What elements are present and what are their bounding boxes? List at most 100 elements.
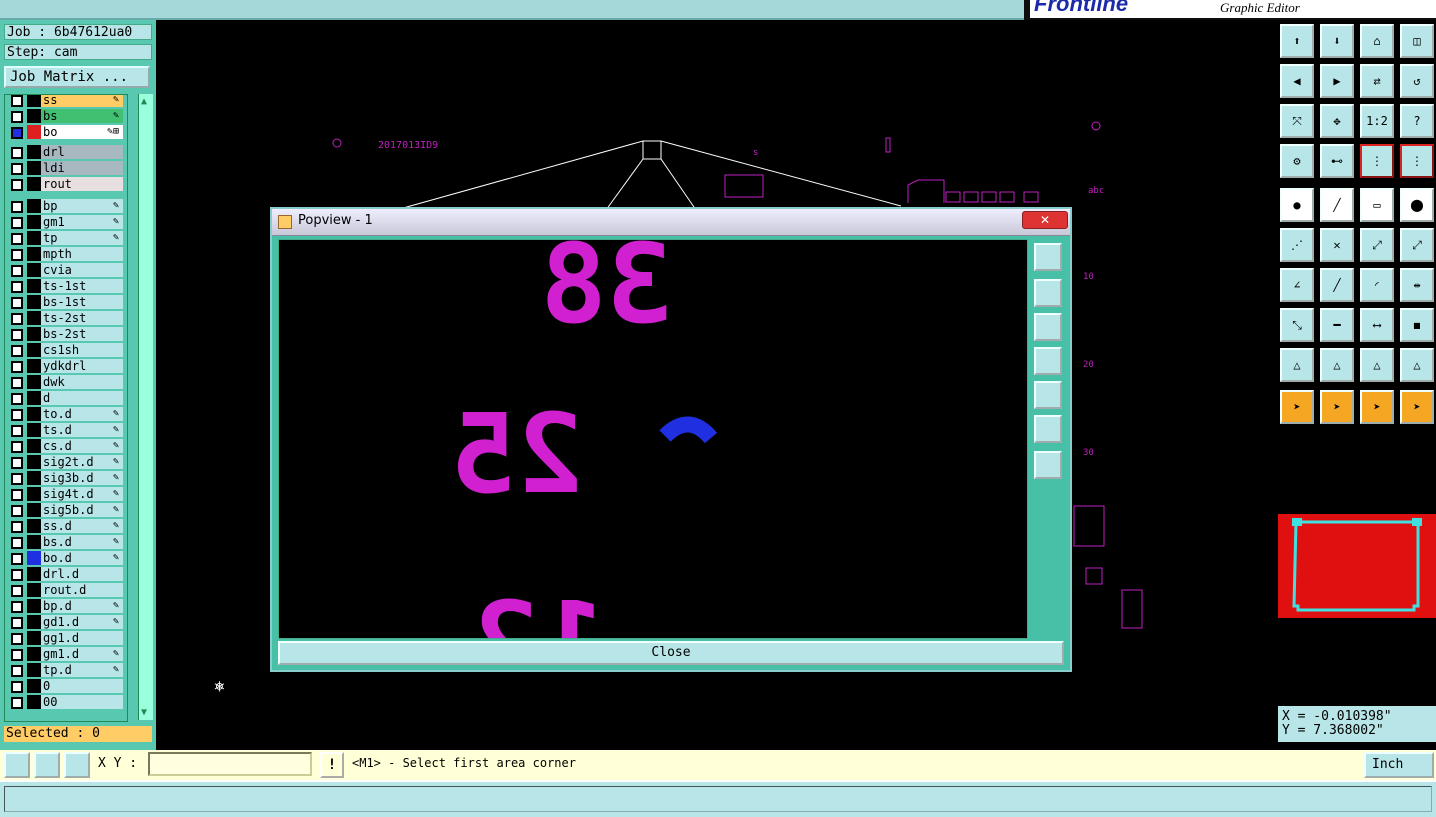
layer-row[interactable]: bp.d ✎: [5, 599, 127, 613]
layer-name[interactable]: 0: [41, 679, 123, 693]
layer-name[interactable]: ydkdrl: [41, 359, 123, 373]
layer-name[interactable]: cvia: [41, 263, 123, 277]
layer-color-swatch[interactable]: [27, 359, 41, 373]
layer-name[interactable]: bs-2st: [41, 327, 123, 341]
layer-row[interactable]: ss ✎: [5, 95, 127, 107]
warning-button[interactable]: !: [320, 752, 344, 778]
layer-name[interactable]: tp.d ✎: [41, 663, 123, 677]
units-select[interactable]: Inch: [1364, 752, 1434, 778]
layer-name[interactable]: ts.d ✎: [41, 423, 123, 437]
layer-checkbox[interactable]: [11, 649, 23, 661]
tool-tri2-button[interactable]: △: [1320, 348, 1354, 382]
layer-row[interactable]: sig5b.d ✎: [5, 503, 127, 517]
layer-color-swatch[interactable]: [27, 295, 41, 309]
pan-right-button[interactable]: [1034, 381, 1062, 409]
layer-checkbox[interactable]: [11, 457, 23, 469]
tool-dot-button[interactable]: ⬤: [1400, 188, 1434, 222]
tool-select-circle-button[interactable]: ➤: [1360, 390, 1394, 424]
layer-name[interactable]: tp ✎: [41, 231, 123, 245]
tool-connect2-button[interactable]: ⤢: [1400, 228, 1434, 262]
layer-name[interactable]: ss ✎: [41, 95, 123, 107]
layer-color-swatch[interactable]: [27, 407, 41, 421]
tool-layout-button[interactable]: ◫: [1400, 24, 1434, 58]
tool-shapes-button[interactable]: ◼: [1400, 308, 1434, 342]
layer-row[interactable]: bs-1st: [5, 295, 127, 309]
layer-checkbox[interactable]: [11, 665, 23, 677]
layer-name[interactable]: 00: [41, 695, 123, 709]
layer-checkbox[interactable]: [11, 281, 23, 293]
layer-name[interactable]: cs1sh: [41, 343, 123, 357]
tool-tri3-button[interactable]: △: [1360, 348, 1394, 382]
layer-name[interactable]: sig3b.d ✎: [41, 471, 123, 485]
tool-next-button[interactable]: ▶: [1320, 64, 1354, 98]
layer-color-swatch[interactable]: [27, 503, 41, 517]
layer-color-swatch[interactable]: [27, 647, 41, 661]
popview-titlebar[interactable]: Popview - 1 ✕: [272, 209, 1070, 236]
fit-button[interactable]: [1034, 415, 1062, 443]
layer-color-swatch[interactable]: [27, 663, 41, 677]
layer-checkbox[interactable]: [11, 553, 23, 565]
layer-color-swatch[interactable]: [27, 109, 41, 123]
layer-row[interactable]: ts-1st: [5, 279, 127, 293]
layer-checkbox[interactable]: [11, 249, 23, 261]
layer-checkbox[interactable]: [11, 697, 23, 709]
layer-checkbox[interactable]: [11, 361, 23, 373]
layer-row[interactable]: bp ✎: [5, 199, 127, 213]
layer-checkbox[interactable]: [11, 217, 23, 229]
layer-checkbox[interactable]: [11, 377, 23, 389]
tool-fit-button[interactable]: ⤧: [1280, 104, 1314, 138]
tool-center-button[interactable]: ✥: [1320, 104, 1354, 138]
layer-row[interactable]: bs.d ✎: [5, 535, 127, 549]
layer-checkbox[interactable]: [11, 111, 23, 123]
layer-row[interactable]: sig2t.d ✎: [5, 455, 127, 469]
layer-checkbox[interactable]: [11, 345, 23, 357]
layer-name[interactable]: cs.d ✎: [41, 439, 123, 453]
layer-checkbox[interactable]: [11, 601, 23, 613]
layer-name[interactable]: sig4t.d ✎: [41, 487, 123, 501]
layer-row[interactable]: cvia: [5, 263, 127, 277]
layer-name[interactable]: d: [41, 391, 123, 405]
overview-map[interactable]: [1278, 514, 1436, 618]
tool-settings-button[interactable]: ⚙: [1280, 144, 1314, 178]
layer-checkbox[interactable]: [11, 265, 23, 277]
layer-row[interactable]: bo ✎⊞: [5, 125, 127, 139]
zoom-in-button[interactable]: [1034, 243, 1062, 271]
layer-color-swatch[interactable]: [27, 487, 41, 501]
tool-save-button[interactable]: ⬇: [1320, 24, 1354, 58]
layer-name[interactable]: dwk: [41, 375, 123, 389]
layer-color-swatch[interactable]: [27, 231, 41, 245]
layer-checkbox[interactable]: [11, 441, 23, 453]
close-button[interactable]: Close: [278, 641, 1064, 665]
layer-color-swatch[interactable]: [27, 439, 41, 453]
layer-color-swatch[interactable]: [27, 199, 41, 213]
layer-checkbox[interactable]: [11, 489, 23, 501]
layer-row[interactable]: drl.d: [5, 567, 127, 581]
layer-name[interactable]: bs.d ✎: [41, 535, 123, 549]
close-icon[interactable]: ✕: [1022, 211, 1068, 229]
layer-row[interactable]: sig3b.d ✎: [5, 471, 127, 485]
layer-checkbox[interactable]: [11, 297, 23, 309]
tool-ruler-button[interactable]: ▭: [1360, 188, 1394, 222]
layer-color-swatch[interactable]: [27, 161, 41, 175]
tool-select-button[interactable]: ➤: [1280, 390, 1314, 424]
layer-color-swatch[interactable]: [27, 599, 41, 613]
tool-tri1-button[interactable]: △: [1280, 348, 1314, 382]
layer-row[interactable]: mpth: [5, 247, 127, 261]
tool-flip-button[interactable]: ↺: [1400, 64, 1434, 98]
layer-color-swatch[interactable]: [27, 551, 41, 565]
layer-checkbox[interactable]: [11, 521, 23, 533]
layer-row[interactable]: bs-2st: [5, 327, 127, 341]
pan-down-button[interactable]: [1034, 313, 1062, 341]
layer-name[interactable]: gg1.d: [41, 631, 123, 645]
layer-name[interactable]: ldi: [41, 161, 123, 175]
layer-color-swatch[interactable]: [27, 177, 41, 191]
tool-net2-button[interactable]: ⋮: [1400, 144, 1434, 178]
layer-color-swatch[interactable]: [27, 263, 41, 277]
layer-name[interactable]: ts-2st: [41, 311, 123, 325]
layer-color-swatch[interactable]: [27, 327, 41, 341]
layer-color-swatch[interactable]: [27, 279, 41, 293]
layer-row[interactable]: to.d ✎: [5, 407, 127, 421]
layer-row[interactable]: gd1.d ✎: [5, 615, 127, 629]
layer-checkbox[interactable]: [11, 179, 23, 191]
layer-name[interactable]: bp ✎: [41, 199, 123, 213]
